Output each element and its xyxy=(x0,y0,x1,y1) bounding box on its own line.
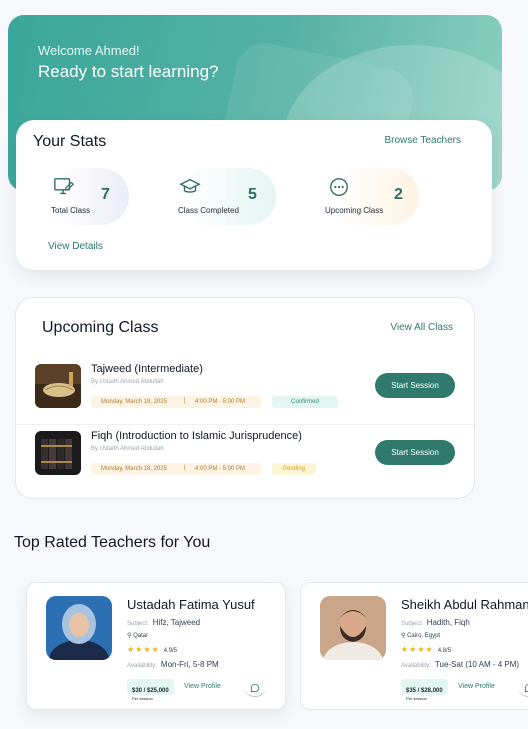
stats-card: Your Stats Browse Teachers Total Class 7… xyxy=(16,120,492,270)
class-schedule: Monday, March 18, 2025 | 4:00 PM - 5:00 … xyxy=(91,396,261,408)
start-session-button[interactable]: Start Session xyxy=(375,373,455,398)
availability-value: Mon-Fri, 5-8 PM xyxy=(160,660,219,669)
star-rating-icon: ★★★★ xyxy=(127,645,160,654)
class-teacher: By Ustadh Ahmed Abdullah xyxy=(91,379,164,385)
schedule-separator: | xyxy=(184,465,186,471)
price-amount: $30 / $25,000 xyxy=(132,688,169,694)
price-badge: $35 / $28,000 Per session xyxy=(401,679,448,701)
stat-label: Upcoming Class xyxy=(325,206,384,215)
message-button[interactable] xyxy=(518,679,528,697)
class-row: Fiqh (Introduction to Islamic Jurisprude… xyxy=(16,424,474,484)
subject-value: Hifz, Tajweed xyxy=(152,618,201,627)
stat-upcoming-class: Upcoming Class 2 xyxy=(324,168,419,225)
availability-label: Availability: xyxy=(127,663,157,669)
price-amount: $35 / $28,000 xyxy=(406,688,443,694)
star-rating-icon: ★★★★ xyxy=(401,645,434,654)
class-thumbnail xyxy=(35,364,81,408)
class-teacher: By Ustadh Ahmed Abdullah xyxy=(91,446,164,452)
teacher-avatar xyxy=(46,596,112,660)
status-badge: Pending xyxy=(272,463,316,475)
rating-value: 4.9/5 xyxy=(163,648,178,654)
teacher-subject: Subject: Hifz, Tajweed xyxy=(127,618,200,627)
upcoming-class-card: Upcoming Class View All Class Tajweed (I… xyxy=(15,297,475,499)
status-badge: Confirmed xyxy=(272,396,338,408)
class-schedule: Monday, March 18, 2025 | 4:00 PM - 5:00 … xyxy=(91,463,261,475)
stat-class-completed: Class Completed 5 xyxy=(176,168,276,225)
chat-icon xyxy=(250,683,260,692)
subject-label: Subject: xyxy=(127,621,149,627)
view-all-class-link[interactable]: View All Class xyxy=(390,322,453,333)
location-value: Cairo, Egypt xyxy=(407,633,441,639)
stat-label: Total Class xyxy=(51,206,91,215)
subject-label: Subject: xyxy=(401,621,423,627)
teacher-name: Sheikh Abdul Rahman xyxy=(401,597,528,612)
teacher-name: Ustadah Fatima Yusuf xyxy=(127,597,255,612)
class-thumbnail xyxy=(35,431,81,475)
class-name: Fiqh (Introduction to Islamic Jurisprude… xyxy=(91,430,302,442)
class-name: Tajweed (Intermediate) xyxy=(91,363,203,375)
banner-tagline: Ready to start learning? xyxy=(38,62,219,81)
view-details-link[interactable]: View Details xyxy=(48,241,103,252)
top-teachers-title: Top Rated Teachers for You xyxy=(14,534,211,551)
teacher-rating: ★★★★ 4.9/5 xyxy=(127,645,177,654)
class-row: Tajweed (Intermediate) By Ustadh Ahmed A… xyxy=(16,358,474,418)
rating-value: 4.8/5 xyxy=(437,648,452,654)
location-value: Qatar xyxy=(133,633,149,639)
upcoming-title: Upcoming Class xyxy=(42,319,159,336)
teacher-location: ⚲ Cairo, Egypt xyxy=(401,632,440,639)
schedule-separator: | xyxy=(184,398,186,404)
view-profile-link[interactable]: View Profile xyxy=(458,683,495,690)
price-badge: $30 / $25,000 Per session xyxy=(127,679,174,701)
teacher-card[interactable]: Ustadah Fatima Yusuf Subject: Hifz, Tajwe… xyxy=(26,582,286,710)
more-dots-icon xyxy=(330,178,348,196)
teacher-availability: Availability: Tue-Sat (10 AM - 4 PM) xyxy=(401,660,519,669)
class-time: 4:00 PM - 5:00 PM xyxy=(195,466,246,472)
teacher-availability: Availability: Mon-Fri, 5-8 PM xyxy=(127,660,219,669)
welcome-text: Welcome Ahmed! xyxy=(38,43,140,58)
class-date: Monday, March 18, 2025 xyxy=(101,399,167,405)
browse-teachers-link[interactable]: Browse Teachers xyxy=(384,135,461,146)
monitor-pen-icon xyxy=(54,178,75,195)
subject-value: Hadith, Fiqh xyxy=(426,618,470,627)
teacher-subject: Subject: Hadith, Fiqh xyxy=(401,618,470,627)
stat-value: 7 xyxy=(101,186,110,203)
teacher-avatar xyxy=(320,596,386,660)
availability-label: Availability: xyxy=(401,663,431,669)
view-profile-link[interactable]: View Profile xyxy=(184,683,221,690)
start-session-button[interactable]: Start Session xyxy=(375,440,455,465)
class-time: 4:00 PM - 5:00 PM xyxy=(195,399,246,405)
stat-value: 2 xyxy=(394,186,403,203)
price-unit: Per session xyxy=(132,696,153,701)
teacher-rating: ★★★★ 4.8/5 xyxy=(401,645,451,654)
stat-total-class: Total Class 7 xyxy=(49,168,129,225)
chat-icon xyxy=(524,683,528,692)
teacher-location: ⚲ Qatar xyxy=(127,632,148,639)
stats-title: Your Stats xyxy=(33,133,107,150)
price-unit: Per session xyxy=(406,696,427,701)
teacher-card[interactable]: Sheikh Abdul Rahman Subject: Hadith, Fiqh… xyxy=(300,582,528,710)
graduation-cap-icon xyxy=(179,178,201,193)
availability-value: Tue-Sat (10 AM - 4 PM) xyxy=(434,660,520,669)
stat-value: 5 xyxy=(248,186,257,203)
message-button[interactable] xyxy=(244,679,266,697)
stat-label: Class Completed xyxy=(178,206,239,215)
class-date: Monday, March 18, 2025 xyxy=(101,466,167,472)
